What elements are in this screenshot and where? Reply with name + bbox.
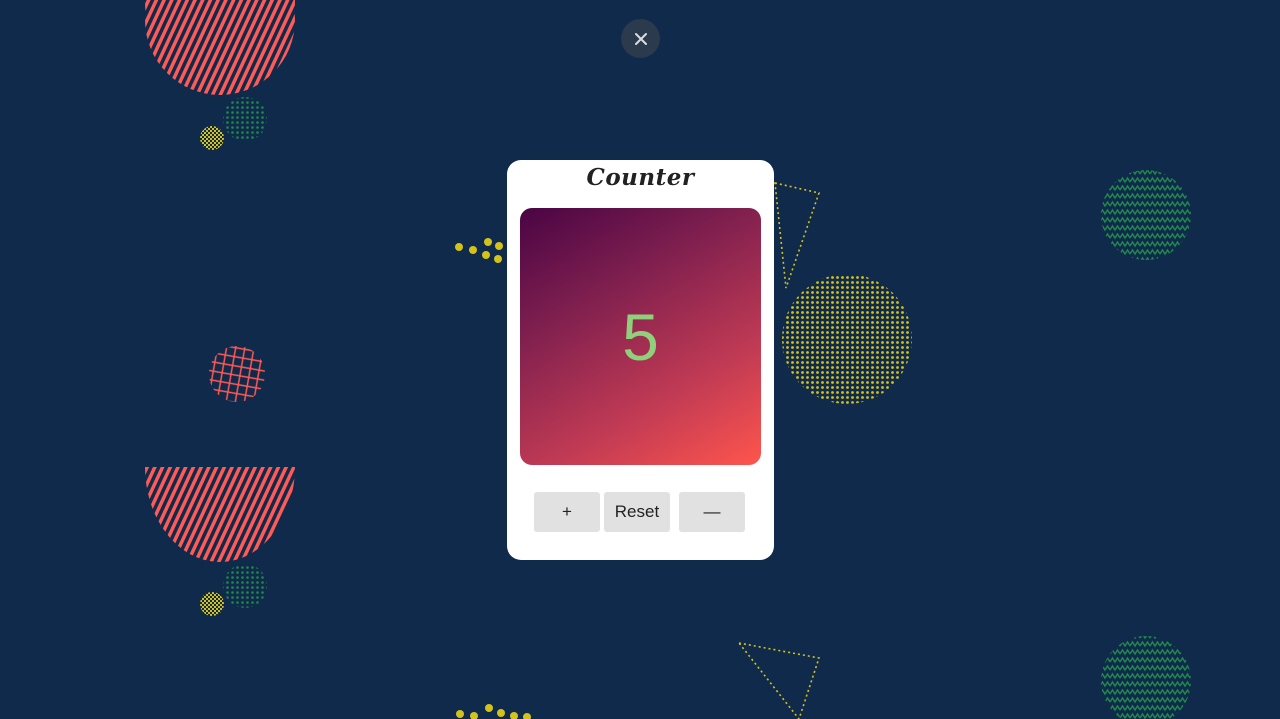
increment-button[interactable]: + <box>534 492 600 532</box>
app-stage: Counter 5 + Reset — <box>0 0 1280 719</box>
decrement-button[interactable]: — <box>679 492 745 532</box>
close-button[interactable] <box>621 19 660 58</box>
count-display: 5 <box>520 208 761 465</box>
counter-card: Counter 5 + Reset — <box>507 160 774 560</box>
close-icon <box>634 32 648 46</box>
reset-button[interactable]: Reset <box>604 492 670 532</box>
button-row: + Reset — <box>534 492 745 532</box>
count-value: 5 <box>622 299 659 374</box>
counter-title: Counter <box>586 164 695 191</box>
